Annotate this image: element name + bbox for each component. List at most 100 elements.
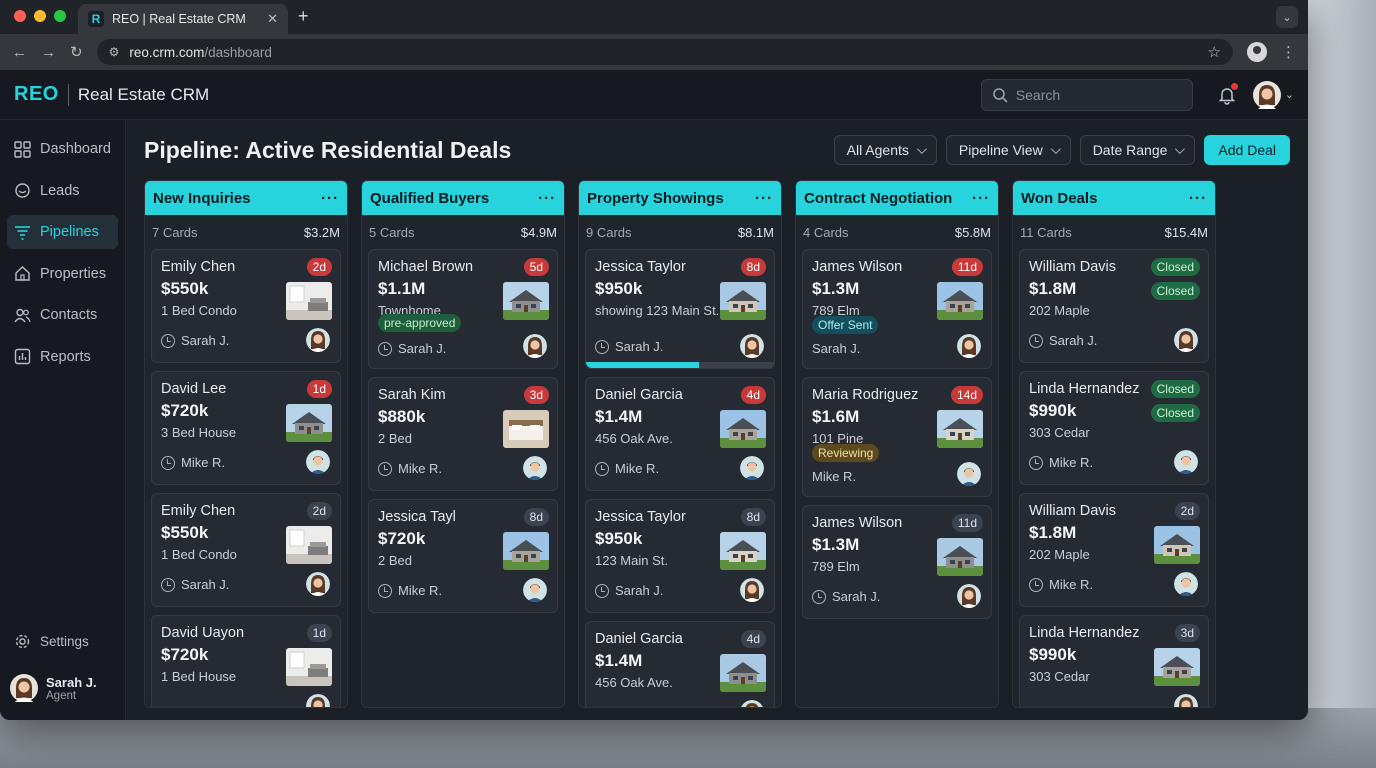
search-input[interactable] [1015,86,1166,103]
avatar [306,694,330,707]
property-thumbnail [1154,526,1200,564]
reload-icon[interactable]: ↻ [70,43,83,61]
sidebar-item-contacts[interactable]: Contacts [7,298,118,332]
column-title: Contract Negotiation [804,189,953,207]
column-total: $15.4M [1164,224,1208,240]
card-count: 7 Cards [152,224,198,240]
clock-icon [378,461,392,476]
back-icon[interactable]: ← [12,44,27,61]
new-tab-icon[interactable]: + [298,6,309,27]
close-window-button[interactable] [14,10,26,22]
age-badge: 4d [740,386,766,404]
sidebar-user[interactable]: Sarah J. Agent [0,666,125,710]
deal-card[interactable]: Daniel Garcia $1.4M 456 Oak Ave. 4d Mike … [585,377,775,491]
browser-profile-icon[interactable] [1247,42,1267,62]
maximize-window-button[interactable] [54,10,66,22]
age-badge: 2d [306,258,332,276]
date-range-dropdown[interactable]: Date Range [1079,135,1196,165]
column-total: $3.2M [303,224,340,240]
search-box[interactable] [980,78,1193,111]
deal-card[interactable]: David Lee $720k 3 Bed House 1d Mike R. [151,371,341,485]
url-host: reo.crm.com [129,44,205,60]
browser-menu-icon[interactable]: ⋮ [1281,43,1296,61]
agents-filter-dropdown[interactable]: All Agents [833,135,937,165]
deal-card[interactable]: David Uayon $720k 1 Bed House 1d [151,615,341,707]
app-name: Real Estate CRM [77,84,210,104]
deal-card[interactable]: Emily Chen $550k 1 Bed Condo 2d Sarah J. [151,493,341,607]
window-controls [14,10,66,22]
avatar [957,584,981,608]
sidebar-item-reports[interactable]: Reports [7,340,118,374]
funnel-icon [15,225,30,240]
sidebar-item-label: Leads [40,182,80,199]
column-header[interactable]: Qualified Buyers ··· [362,181,564,215]
column-total: $8.1M [737,224,774,240]
assigned-agent: Mike R. [378,583,442,598]
card-count: 11 Cards [1020,224,1072,240]
notifications-button[interactable] [1217,82,1238,105]
progress-bar [586,362,774,368]
deal-card[interactable]: Maria Rodriguez $1.6M 101 Pine 14d Review… [802,377,992,497]
deal-card[interactable]: Jessica Taylor $950k 123 Main St. 8d Sara… [585,499,775,613]
browser-tab[interactable]: R REO | Real Estate CRM ✕ [78,4,288,34]
close-tab-icon[interactable]: ✕ [267,11,278,27]
sidebar-item-label: Reports [40,348,91,365]
more-options-icon[interactable]: ··· [972,190,990,207]
card-count: 4 Cards [803,224,849,240]
more-options-icon[interactable]: ··· [1189,190,1207,207]
deal-card[interactable]: Linda Hernandez $990k 303 Cedar Closed Cl… [1019,371,1209,485]
deal-card[interactable]: Emily Chen $550k 1 Bed Condo 2d Sarah J. [151,249,341,363]
sidebar-item-pipelines[interactable]: Pipelines [7,215,118,249]
more-options-icon[interactable]: ··· [321,190,339,207]
age-badge: 2d [1174,502,1200,520]
more-options-icon[interactable]: ··· [755,190,773,207]
deal-card[interactable]: William Davis $1.8M 202 Maple Closed Clos… [1019,249,1209,363]
deal-card[interactable]: Sarah Kim $880k 2 Bed 3d Mike R. [368,377,558,491]
view-filter-dropdown[interactable]: Pipeline View [945,135,1071,165]
settings-label: Settings [40,633,89,649]
tab-search-icon[interactable]: ⌄ [1276,6,1298,28]
avatar [523,334,547,358]
user-menu[interactable]: ⌄ [1252,80,1294,109]
clock-icon [378,341,392,356]
clock-icon [1029,455,1043,470]
column-header[interactable]: Property Showings ··· [579,181,781,215]
deal-card[interactable]: William Davis $1.8M 202 Maple 2d Mike R. [1019,493,1209,607]
bookmark-star-icon[interactable]: ☆ [1208,43,1221,61]
sidebar-item-dashboard[interactable]: Dashboard [7,132,118,166]
browser-window: R REO | Real Estate CRM ✕ + ⌄ ← → ↻ ⚙ re… [0,0,1308,720]
column-header[interactable]: New Inquiries ··· [145,181,347,215]
minimize-window-button[interactable] [34,10,46,22]
agent-name: Mike R. [398,583,443,598]
column-header[interactable]: Won Deals ··· [1013,181,1215,215]
gear-icon [15,634,30,648]
deal-card[interactable]: Jessica Taylor $950k showing 123 Main St… [585,249,775,369]
sidebar-item-leads[interactable]: Leads [7,174,118,208]
forward-icon[interactable]: → [41,44,56,61]
deal-card[interactable]: Jessica Tayl $720k 2 Bed 8d Mike R. [368,499,558,613]
agent-name: Sarah J. [832,589,881,604]
clock-icon [378,583,392,598]
deal-card[interactable]: James Wilson $1.3M 789 Elm 11d Sarah J. [802,505,992,619]
site-settings-icon[interactable]: ⚙ [109,45,120,59]
deal-card[interactable]: Daniel Garcia $1.4M 456 Oak Ave. 4d [585,621,775,707]
age-badge: 11d [951,258,983,276]
card-list: Emily Chen $550k 1 Bed Condo 2d Sarah J. … [145,249,347,707]
deal-card[interactable]: Linda Hernandez $990k 303 Cedar 3d [1019,615,1209,707]
column-header[interactable]: Contract Negotiation ··· [796,181,998,215]
add-deal-button[interactable]: Add Deal [1204,135,1290,165]
sidebar-item-settings[interactable]: Settings [0,624,125,658]
sidebar-item-properties[interactable]: Properties [7,257,118,291]
deal-card[interactable]: Michael Brown $1.1M Townhome 5d pre-appro… [368,249,558,369]
brand-divider [67,83,69,106]
more-options-icon[interactable]: ··· [538,190,556,207]
address-bar[interactable]: ⚙ reo.crm.com/dashboard ☆ [96,39,1233,65]
clock-icon [1029,577,1043,592]
assigned-agent: Sarah J. [378,341,446,356]
agent-name: Mike R. [398,461,443,476]
brand-logo[interactable]: REO [14,83,59,106]
deal-card[interactable]: James Wilson $1.3M 789 Elm 11d Offer Sent… [802,249,992,369]
avatar [1174,450,1198,474]
property-thumbnail [503,532,549,570]
avatar [306,572,330,596]
